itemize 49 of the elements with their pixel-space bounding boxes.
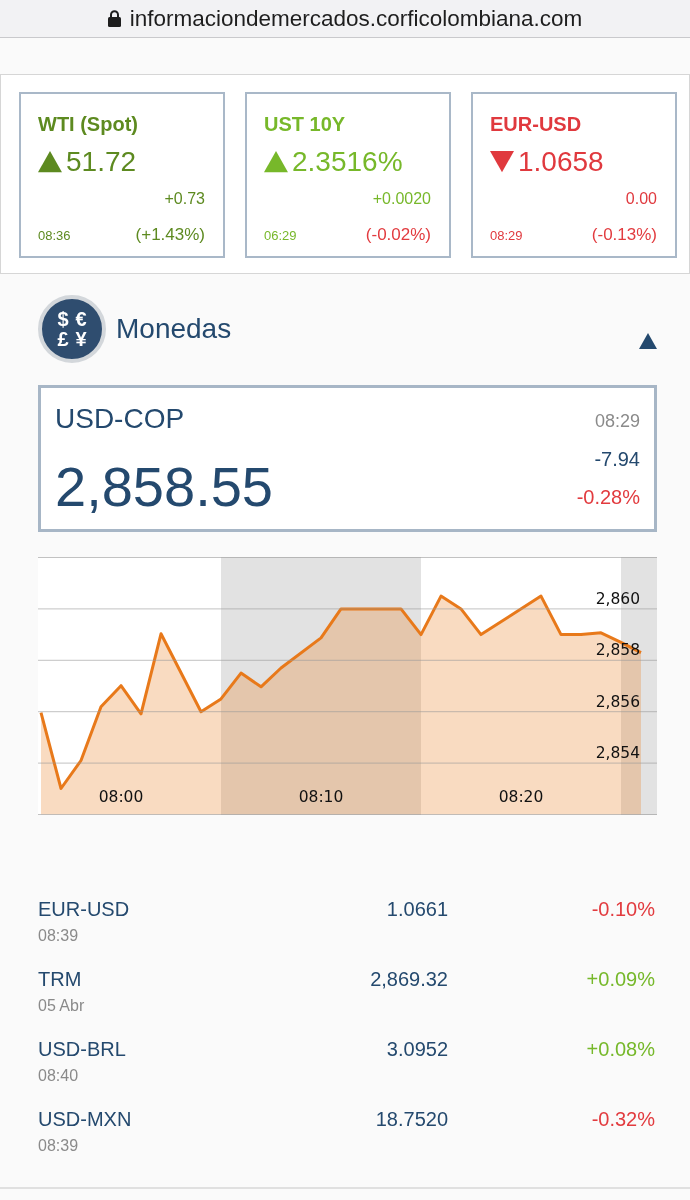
rate-time: 08:39 <box>38 1136 80 1156</box>
rate-percent: +0.09% <box>586 967 655 991</box>
x-axis-label: 08:20 <box>498 788 544 806</box>
ticker-change: +0.0020 <box>372 189 431 209</box>
rate-time: 08:40 <box>38 1066 80 1086</box>
ticker-time: 06:29 <box>264 227 297 245</box>
rate-value: 3.0952 <box>386 1037 448 1061</box>
rate-percent: -0.10% <box>591 897 655 921</box>
rate-percent: -0.32% <box>591 1107 655 1131</box>
rate-name[interactable]: USD-BRL <box>38 1037 328 1061</box>
rate-name[interactable]: TRM <box>38 967 328 991</box>
y-axis-label: 2,854 <box>595 744 640 763</box>
ticker-percent: (-0.13%) <box>591 224 657 246</box>
y-axis-label: 2,856 <box>595 692 640 711</box>
rate-time: 08:39 <box>38 926 80 946</box>
rate-time: 05 Abr <box>38 996 86 1016</box>
ticker-card[interactable]: WTI (Spot) 51.72 +0.73 08:36 (+1.43%) <box>19 92 225 258</box>
ticker-value: 2.3516% <box>292 146 403 178</box>
ticker-percent: (+1.43%) <box>135 224 205 246</box>
ticker-value: 51.72 <box>66 146 137 178</box>
y-axis-label: 2,858 <box>595 641 640 660</box>
ticker-change: +0.73 <box>164 189 205 209</box>
ticker-time: 08:29 <box>490 227 523 245</box>
ticker-percent: (-0.02%) <box>365 224 431 246</box>
rate-name[interactable]: EUR-USD <box>38 897 328 921</box>
ticker-name: WTI (Spot) <box>38 112 139 136</box>
ticker-card[interactable]: EUR-USD 1.0658 0.00 08:29 (-0.13%) <box>471 92 677 258</box>
triangle-up-icon[interactable] <box>639 333 657 349</box>
ticker-time: 08:36 <box>38 227 71 245</box>
section-title: Monedas <box>116 313 232 345</box>
ticker-value: 1.0658 <box>518 146 604 178</box>
rate-name[interactable]: USD-MXN <box>38 1107 328 1131</box>
rate-percent: +0.08% <box>586 1037 655 1061</box>
quote-time: 08:29 <box>594 410 640 432</box>
rate-value: 2,869.32 <box>370 967 448 991</box>
x-axis-label: 08:00 <box>98 788 144 806</box>
x-axis-label: 08:10 <box>298 788 344 806</box>
rate-value: 18.7520 <box>375 1107 448 1131</box>
pair-name: USD-COP <box>55 403 186 435</box>
rate-value: 1.0661 <box>386 897 448 921</box>
y-axis-label: 2,860 <box>595 589 640 608</box>
price-value: 2,858.55 <box>55 457 273 517</box>
ticker-change: 0.00 <box>625 189 657 209</box>
currency-icon: $ € £ ¥ <box>38 295 106 363</box>
percent-change: -0.28% <box>576 485 640 509</box>
ticker-name: UST 10Y <box>264 112 347 136</box>
price-change: -7.94 <box>594 447 640 471</box>
ticker-card[interactable]: UST 10Y 2.3516% +0.0020 06:29 (-0.02%) <box>245 92 451 258</box>
ticker-name: EUR-USD <box>490 112 583 136</box>
